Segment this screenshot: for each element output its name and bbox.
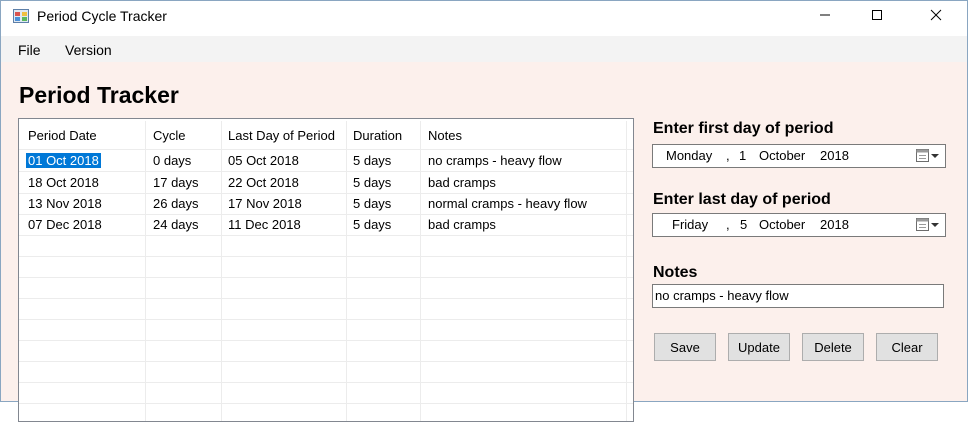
column-header-period-date[interactable]: Period Date: [28, 128, 97, 143]
row-divider: [19, 235, 633, 236]
maximize-button[interactable]: [854, 1, 900, 32]
first-day-year: 2018: [820, 148, 849, 163]
update-button[interactable]: Update: [728, 333, 790, 361]
notes-input[interactable]: [653, 285, 937, 305]
column-header-last-day[interactable]: Last Day of Period: [228, 128, 335, 143]
minimize-button[interactable]: [802, 1, 848, 32]
delete-button[interactable]: Delete: [802, 333, 864, 361]
column-header-cycle[interactable]: Cycle: [153, 128, 186, 143]
first-day-separator: ,: [726, 148, 730, 163]
last-day-separator: ,: [726, 217, 730, 232]
menu-bar: File Version: [1, 36, 967, 62]
row-divider: [19, 340, 633, 341]
column-divider: [145, 121, 146, 421]
last-day-month: October: [759, 217, 806, 232]
column-header-duration[interactable]: Duration: [353, 128, 402, 143]
close-button[interactable]: [913, 1, 959, 32]
cell-period-date: 18 Oct 2018: [28, 175, 99, 190]
calendar-dropdown-icon[interactable]: [915, 217, 941, 233]
cell-notes: bad cramps: [428, 217, 496, 232]
cell-duration: 5 days: [353, 196, 392, 211]
clear-button[interactable]: Clear: [876, 333, 938, 361]
notes-label: Notes: [653, 264, 698, 281]
title-bar: Period Cycle Tracker: [1, 1, 967, 32]
cell-last-day: 17 Nov 2018: [228, 196, 302, 211]
cell-duration: 5 days: [353, 153, 392, 168]
row-divider: [19, 256, 633, 257]
column-divider: [346, 121, 347, 421]
column-divider: [626, 121, 627, 421]
cell-period-date: 01 Oct 2018: [26, 153, 101, 168]
menu-version[interactable]: Version: [65, 42, 112, 58]
row-divider: [19, 319, 633, 320]
cell-cycle: 24 days: [153, 217, 199, 232]
column-divider: [221, 121, 222, 421]
page-title: Period Tracker: [19, 82, 179, 108]
row-divider: [19, 193, 633, 194]
cell-notes: no cramps - heavy flow: [428, 153, 562, 168]
save-button[interactable]: Save: [654, 333, 716, 361]
row-divider: [19, 403, 633, 404]
maximize-icon: [871, 9, 883, 24]
first-day-label: Enter first day of period: [653, 120, 834, 137]
close-icon: [930, 9, 942, 24]
calendar-dropdown-icon[interactable]: [915, 148, 941, 164]
cell-cycle: 26 days: [153, 196, 199, 211]
column-divider: [420, 121, 421, 421]
last-day-datepicker[interactable]: Friday , 5 October 2018: [652, 213, 946, 237]
cell-last-day: 11 Dec 2018: [228, 217, 301, 232]
window-title: Period Cycle Tracker: [37, 8, 167, 24]
cell-duration: 5 days: [353, 175, 392, 190]
app-icon: [13, 9, 29, 23]
last-day-year: 2018: [820, 217, 849, 232]
notes-field-box: [652, 284, 944, 308]
first-day-day: 1: [739, 148, 747, 163]
last-day-weekday: Friday: [672, 217, 709, 232]
row-divider: [19, 214, 633, 215]
cell-notes: bad cramps: [428, 175, 496, 190]
cell-notes: normal cramps - heavy flow: [428, 196, 587, 211]
cell-last-day: 05 Oct 2018: [228, 153, 299, 168]
last-day-label: Enter last day of period: [653, 191, 831, 208]
client-area: Period Tracker Period Date Cycle Last Da…: [1, 62, 967, 422]
period-list[interactable]: Period Date Cycle Last Day of Period Dur…: [18, 118, 634, 422]
cell-duration: 5 days: [353, 217, 392, 232]
last-day-day: 5: [740, 217, 748, 232]
cell-cycle: 17 days: [153, 175, 199, 190]
cell-last-day: 22 Oct 2018: [228, 175, 299, 190]
cell-period-date: 07 Dec 2018: [28, 217, 102, 232]
row-divider: [19, 277, 633, 278]
menu-file[interactable]: File: [18, 42, 41, 58]
column-header-notes[interactable]: Notes: [428, 128, 462, 143]
app-window: Period Cycle Tracker File Version Period…: [0, 0, 968, 422]
row-divider: [19, 149, 633, 150]
first-day-datepicker[interactable]: Monday , 1 October 2018: [652, 144, 946, 168]
row-divider: [19, 298, 633, 299]
row-divider: [19, 382, 633, 383]
cell-period-date: 13 Nov 2018: [28, 196, 102, 211]
row-divider: [19, 171, 633, 172]
first-day-weekday: Monday: [666, 148, 713, 163]
first-day-month: October: [759, 148, 806, 163]
cell-cycle: 0 days: [153, 153, 192, 168]
minimize-icon: [819, 9, 831, 24]
row-divider: [19, 361, 633, 362]
